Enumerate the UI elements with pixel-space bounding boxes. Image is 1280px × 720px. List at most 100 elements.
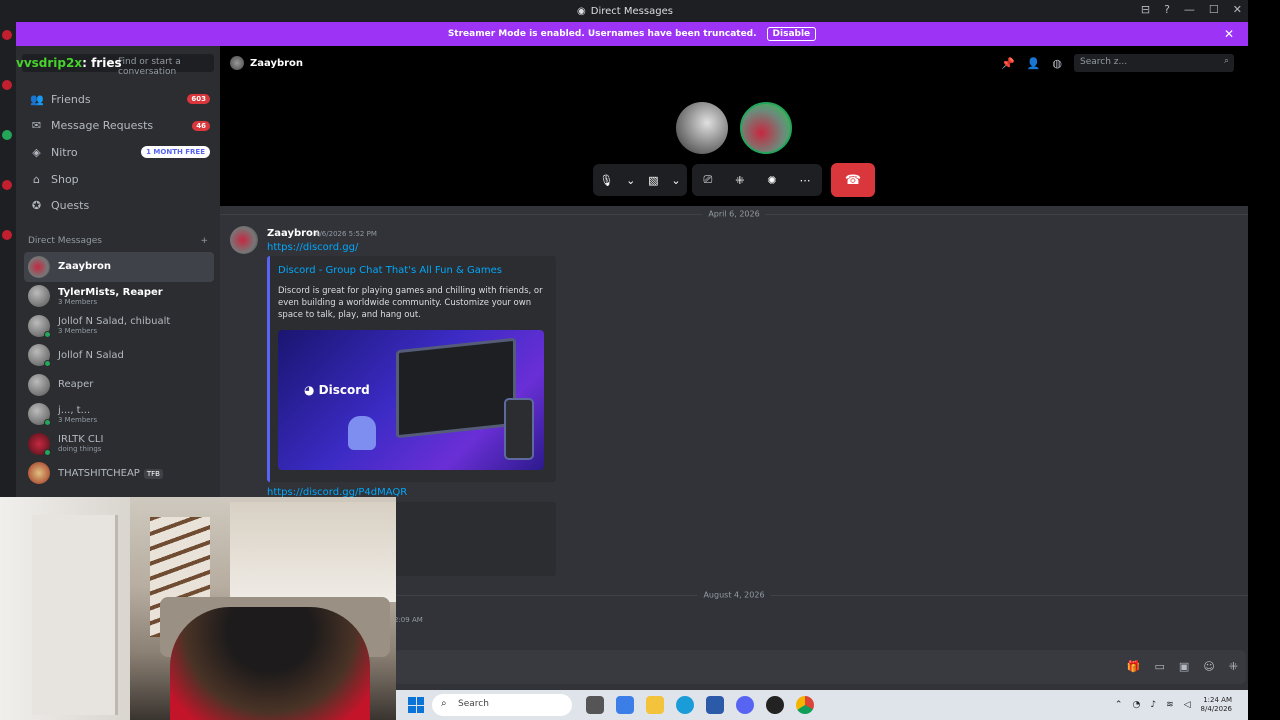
copilot-icon[interactable] xyxy=(616,696,634,714)
search-input[interactable]: Search z... ⌕ xyxy=(1074,54,1234,72)
server-icon[interactable] xyxy=(2,180,12,190)
apps-icon[interactable]: ⁜ xyxy=(1229,660,1238,673)
user-profile-icon[interactable]: ◍ xyxy=(1052,57,1062,70)
gif-icon[interactable]: ▭ xyxy=(1155,660,1165,673)
dm-name: Jollof N Salad xyxy=(58,349,124,361)
wifi-icon[interactable]: ≋ xyxy=(1166,700,1174,710)
edge-icon[interactable] xyxy=(676,696,694,714)
avatar xyxy=(28,314,51,338)
volume-icon[interactable]: ◁ xyxy=(1184,700,1191,710)
server-icon[interactable] xyxy=(2,30,12,40)
channel-avatar xyxy=(230,56,244,70)
chevron-down-icon[interactable]: ⌄ xyxy=(671,174,680,187)
chevron-up-icon[interactable]: ⌃ xyxy=(1115,700,1123,710)
dm-item[interactable]: IRLTK CLI doing things xyxy=(24,429,214,459)
end-call-button[interactable]: ☎ xyxy=(831,163,875,197)
nav-label: Quests xyxy=(51,199,90,213)
embed-image[interactable]: ◕ Discord xyxy=(278,330,544,470)
phone-hangup-icon: ☎ xyxy=(844,172,862,188)
embed-title[interactable]: Discord - Group Chat That's All Fun & Ga… xyxy=(278,265,502,276)
inbox-icon[interactable]: ⊟ xyxy=(1141,3,1150,16)
taskbar-search-label: Search xyxy=(458,699,489,709)
server-icon[interactable] xyxy=(2,80,12,90)
help-icon[interactable]: ? xyxy=(1164,3,1170,16)
sticker-icon[interactable]: ▣ xyxy=(1179,660,1189,673)
window-title-text: Direct Messages xyxy=(590,5,673,17)
call-participant-avatar[interactable] xyxy=(676,102,728,154)
search-icon: ⌕ xyxy=(441,698,447,709)
maximize-button[interactable]: ☐ xyxy=(1209,3,1219,16)
clock-time: 1:24 AM xyxy=(1203,696,1232,704)
system-tray: ⌃ ◔ ♪ ≋ ◁ 1:24 AM 8/4/2026 xyxy=(1115,696,1232,714)
desktop-edge xyxy=(1248,0,1280,720)
online-status-icon xyxy=(44,330,51,338)
nav-label: Friends xyxy=(51,92,91,106)
server-icon[interactable] xyxy=(2,230,12,240)
camera-off-icon[interactable]: ▧ xyxy=(648,174,658,187)
dm-subtitle: 3 Members xyxy=(58,415,98,424)
online-status-icon xyxy=(44,360,51,368)
mail-icon: ✉ xyxy=(31,119,42,133)
more-options-icon[interactable]: ⋯ xyxy=(800,174,811,187)
taskbar-search[interactable]: ⌕ Search xyxy=(432,694,572,716)
windows-start-icon[interactable] xyxy=(408,697,424,713)
dm-name: IRLTK CLI xyxy=(58,434,104,446)
file-explorer-icon[interactable] xyxy=(646,696,664,714)
nav-message-requests[interactable]: ✉ Message Requests 46 xyxy=(24,113,214,140)
dm-list: Zaaybron TylerMists, Reaper 3 Members Jol… xyxy=(24,252,214,488)
soundboard-icon[interactable]: ✺ xyxy=(767,174,776,187)
dm-item-group[interactable]: Jollof N Salad, chibualt 3 Members xyxy=(24,311,214,341)
store-icon[interactable] xyxy=(706,696,724,714)
emoji-icon[interactable]: ☺ xyxy=(1203,660,1214,673)
dm-item-group[interactable]: j..., t... 3 Members xyxy=(24,400,214,430)
dm-item[interactable]: Jollof N Salad xyxy=(24,341,214,371)
add-friends-icon[interactable]: 👤 xyxy=(1027,57,1041,70)
pin-icon[interactable]: 📌 xyxy=(1001,57,1015,70)
gift-icon[interactable]: 🎁 xyxy=(1127,660,1141,673)
streamer-mode-banner: Streamer Mode is enabled. Usernames have… xyxy=(16,22,1248,46)
nav-quests[interactable]: ✪ Quests xyxy=(24,192,214,219)
dm-item[interactable]: THATSHITCHEAP TFB xyxy=(24,459,214,489)
activities-icon[interactable]: ⁜ xyxy=(735,174,744,187)
discord-taskbar-icon[interactable] xyxy=(736,696,754,714)
dm-item[interactable]: Reaper xyxy=(24,370,214,400)
dm-name-text: THATSHITCHEAP xyxy=(58,467,140,479)
close-banner-icon[interactable]: ✕ xyxy=(1224,27,1234,41)
dm-item-group[interactable]: TylerMists, Reaper 3 Members xyxy=(24,282,214,312)
taskbar-clock[interactable]: 1:24 AM 8/4/2026 xyxy=(1201,696,1232,714)
network-icon[interactable]: ◔ xyxy=(1132,700,1140,710)
dm-name: Reaper xyxy=(58,379,94,391)
message-author[interactable]: Zaaybron xyxy=(267,228,320,239)
channel-name: Zaaybron xyxy=(250,57,304,69)
task-view-icon[interactable] xyxy=(586,696,604,714)
microphone-icon[interactable]: ♪ xyxy=(1150,700,1156,710)
message-link[interactable]: https://discord.gg/ xyxy=(267,242,358,253)
screen-share-icon[interactable]: ⎚ xyxy=(703,173,712,187)
chrome-icon[interactable] xyxy=(796,696,814,714)
nav-friends[interactable]: 👥 Friends 603 xyxy=(24,86,214,113)
close-window-button[interactable]: ✕ xyxy=(1233,3,1242,16)
nitro-promo-pill: 1 MONTH FREE xyxy=(141,146,210,159)
call-participant-avatar[interactable] xyxy=(740,102,792,154)
obs-icon[interactable] xyxy=(766,696,784,714)
avatar xyxy=(28,344,51,368)
webcam-overlay xyxy=(0,497,396,720)
avatar xyxy=(28,403,51,427)
mic-camera-group: 🎙 ⌄ ▧ ⌄ xyxy=(593,164,687,196)
windows-taskbar: ⌕ Search ⌃ ◔ ♪ ≋ ◁ 1:24 AM 8/4/2026 xyxy=(396,690,1248,720)
dm-name: TylerMists, Reaper xyxy=(58,286,163,298)
nav-shop[interactable]: ⌂ Shop xyxy=(24,166,214,193)
discord-icon: ◕ xyxy=(304,383,319,397)
server-icon[interactable] xyxy=(2,130,12,140)
message-composer[interactable]: 🎁 ▭ ▣ ☺ ⁜ xyxy=(394,650,1246,684)
create-dm-button[interactable]: + xyxy=(200,236,208,246)
avatar xyxy=(28,462,50,485)
dm-item-zaaybron[interactable]: Zaaybron xyxy=(24,252,214,282)
minimize-button[interactable]: — xyxy=(1184,3,1195,16)
phone-illustration xyxy=(504,398,534,460)
nav-nitro[interactable]: ◈ Nitro 1 MONTH FREE xyxy=(24,139,214,166)
avatar[interactable] xyxy=(230,226,258,254)
microphone-icon[interactable]: 🎙 xyxy=(599,174,613,187)
disable-streamer-mode-button[interactable]: Disable xyxy=(766,27,817,41)
chevron-down-icon[interactable]: ⌄ xyxy=(626,174,635,187)
